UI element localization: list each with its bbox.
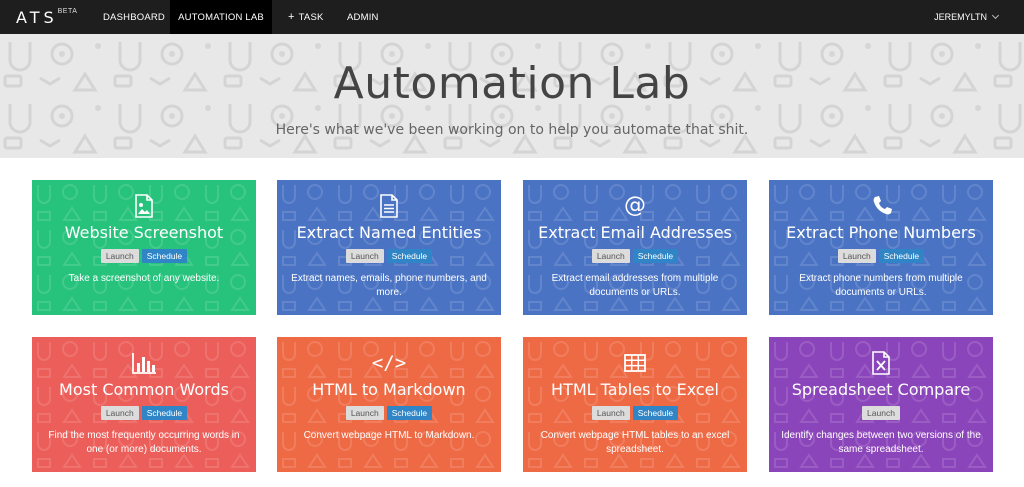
nav-automation-lab-label: AUTOMATION LAB	[178, 11, 264, 23]
document-icon	[277, 194, 501, 218]
brand-logo[interactable]: ATS BETA	[16, 0, 77, 34]
at-icon-glyph: @	[624, 193, 646, 218]
launch-button[interactable]: Launch	[591, 406, 630, 420]
card-actions: Launch Schedule	[277, 406, 501, 420]
schedule-button[interactable]: Schedule	[141, 406, 188, 420]
card-actions: Launch Schedule	[769, 249, 993, 263]
launch-button[interactable]: Launch	[100, 406, 139, 420]
card-actions: Launch Schedule	[32, 406, 256, 420]
schedule-button[interactable]: Schedule	[141, 249, 188, 263]
card-description: Convert webpage HTML tables to an excel …	[540, 430, 730, 455]
tool-card-extract-named-entities[interactable]: Extract Named Entities Launch Schedule E…	[277, 180, 501, 315]
card-actions: Launch	[769, 406, 993, 420]
card-description: Extract email addresses from multiple do…	[551, 273, 719, 298]
nav-task[interactable]: + TASK	[288, 0, 324, 34]
launch-button[interactable]: Launch	[591, 249, 630, 263]
schedule-button[interactable]: Schedule	[386, 406, 433, 420]
schedule-button[interactable]: Schedule	[632, 249, 679, 263]
card-description: Identify changes between two versions of…	[781, 430, 981, 455]
launch-button[interactable]: Launch	[100, 249, 139, 263]
phone-icon	[769, 194, 993, 218]
top-navbar: ATS BETA DASHBOARD AUTOMATION LAB + TASK…	[0, 0, 1024, 34]
tool-card-extract-phone-numbers[interactable]: Extract Phone Numbers Launch Schedule Ex…	[769, 180, 993, 315]
card-description: Find the most frequently occurring words…	[48, 430, 240, 455]
nav-dashboard[interactable]: DASHBOARD	[103, 0, 165, 34]
nav-task-label: TASK	[298, 11, 324, 23]
card-title: Most Common Words	[59, 380, 229, 399]
brand-name: ATS	[16, 7, 58, 27]
user-name: JEREMYLTN	[934, 12, 987, 22]
card-description: Extract phone numbers from multiple docu…	[799, 273, 963, 298]
tool-card-website-screenshot[interactable]: Website Screenshot Launch Schedule Take …	[32, 180, 256, 315]
card-title: Extract Email Addresses	[538, 223, 732, 242]
tool-card-html-to-markdown[interactable]: </> HTML to Markdown Launch Schedule Con…	[277, 337, 501, 472]
code-icon-glyph: </>	[371, 352, 407, 374]
card-title: Extract Named Entities	[296, 223, 482, 242]
card-actions: Launch Schedule	[523, 249, 747, 263]
nav-admin[interactable]: ADMIN	[347, 0, 379, 34]
hero-banner: Automation Lab Here's what we've been wo…	[0, 34, 1024, 158]
tool-card-spreadsheet-compare[interactable]: Spreadsheet Compare Launch Identify chan…	[769, 337, 993, 472]
nav-admin-label: ADMIN	[347, 11, 379, 23]
launch-button[interactable]: Launch	[345, 406, 384, 420]
card-title: HTML to Markdown	[312, 380, 466, 399]
card-title: Extract Phone Numbers	[786, 223, 976, 242]
card-title: HTML Tables to Excel	[551, 380, 719, 399]
card-title: Spreadsheet Compare	[791, 380, 971, 399]
tool-card-extract-email-addresses[interactable]: @ Extract Email Addresses Launch Schedul…	[523, 180, 747, 315]
at-icon: @	[523, 194, 747, 218]
tool-card-most-common-words[interactable]: Most Common Words Launch Schedule Find t…	[32, 337, 256, 472]
launch-button[interactable]: Launch	[345, 249, 384, 263]
brand-beta-badge: BETA	[57, 8, 78, 15]
nav-automation-lab[interactable]: AUTOMATION LAB	[170, 0, 272, 34]
page-title: Automation Lab	[333, 58, 691, 109]
card-title: Website Screenshot	[64, 223, 224, 242]
image-icon	[32, 194, 256, 218]
user-menu[interactable]: JEREMYLTN	[934, 0, 1000, 34]
card-description: Take a screenshot of any website.	[68, 273, 220, 284]
tool-card-html-tables-to-excel[interactable]: HTML Tables to Excel Launch Schedule Con…	[523, 337, 747, 472]
nav-dashboard-label: DASHBOARD	[103, 11, 165, 23]
table-icon	[523, 351, 747, 375]
excel-file-icon	[769, 351, 993, 375]
schedule-button[interactable]: Schedule	[878, 249, 925, 263]
schedule-button[interactable]: Schedule	[632, 406, 679, 420]
launch-button[interactable]: Launch	[862, 406, 900, 420]
card-description: Convert webpage HTML to Markdown.	[303, 430, 475, 441]
card-description: Extract names, emails, phone numbers, an…	[291, 273, 487, 298]
card-actions: Launch Schedule	[277, 249, 501, 263]
card-actions: Launch Schedule	[32, 249, 256, 263]
code-icon: </>	[277, 351, 501, 375]
plus-icon: +	[288, 11, 295, 23]
page-subtitle: Here's what we've been working on to hel…	[275, 122, 749, 138]
chevron-down-icon	[991, 11, 1000, 20]
schedule-button[interactable]: Schedule	[386, 249, 433, 263]
bar-chart-icon	[32, 351, 256, 375]
card-actions: Launch Schedule	[523, 406, 747, 420]
launch-button[interactable]: Launch	[837, 249, 876, 263]
